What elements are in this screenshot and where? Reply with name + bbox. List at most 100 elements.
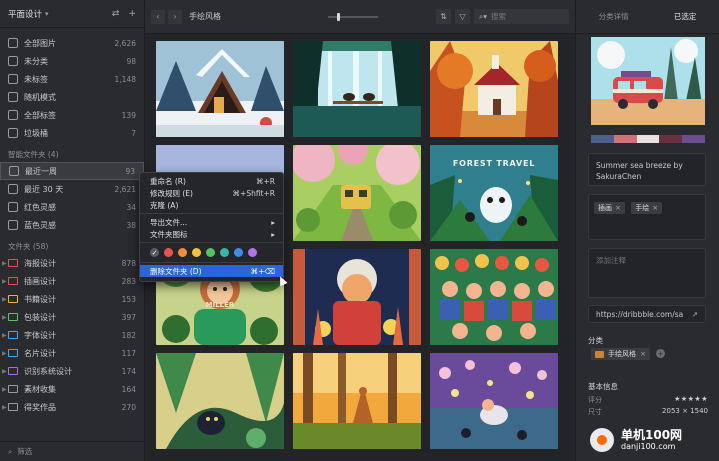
image-thumbnail[interactable] xyxy=(156,353,284,449)
image-thumbnail[interactable] xyxy=(430,41,558,137)
expand-caret-icon[interactable]: ▶ xyxy=(2,296,7,303)
expand-caret-icon[interactable]: ▶ xyxy=(2,386,7,393)
forward-button[interactable]: › xyxy=(168,9,182,24)
menu-delete-folder[interactable]: 删除文件夹 (D) ⌘+⌫ xyxy=(140,265,283,277)
palette-swatch[interactable] xyxy=(613,135,637,143)
sidebar-item-count: 38 xyxy=(126,220,136,230)
sidebar-item-library[interactable]: 随机模式 xyxy=(0,88,144,106)
sort-order-button[interactable]: ⇅ xyxy=(436,9,451,24)
sidebar-item-folder[interactable]: ▶ 海报设计 878 xyxy=(0,254,144,272)
image-thumbnail[interactable] xyxy=(430,249,558,345)
color-swatch-orange[interactable] xyxy=(178,248,187,257)
palette-swatch[interactable] xyxy=(636,135,660,143)
zoom-slider-knob[interactable] xyxy=(337,13,341,21)
smart-folder-icon xyxy=(8,202,18,212)
sidebar-item-folder[interactable]: ▶ 书籍设计 153 xyxy=(0,290,144,308)
menu-rename[interactable]: 重命名 (R) ⌘+R xyxy=(140,175,283,187)
tag-chip[interactable]: 手绘 × xyxy=(631,202,663,214)
remove-tag-icon[interactable]: × xyxy=(615,204,621,212)
sidebar-item-folder[interactable]: ▶ 素材收集 164 xyxy=(0,380,144,398)
smart-folder-icon xyxy=(9,166,19,176)
sidebar-item-folder[interactable]: ▶ 字体设计 182 xyxy=(0,326,144,344)
expand-caret-icon[interactable]: ▶ xyxy=(2,404,7,411)
filter-button[interactable]: ▽ xyxy=(455,9,470,24)
tags-field[interactable]: 插画 × 手绘 × xyxy=(588,194,706,240)
sidebar-item-library[interactable]: 垃圾桶 7 xyxy=(0,124,144,142)
folder-chip[interactable]: 手绘风格 × xyxy=(591,348,650,360)
image-thumbnail[interactable] xyxy=(156,41,284,137)
color-swatch-yellow[interactable] xyxy=(192,248,201,257)
sidebar-item-smart-folder[interactable]: 最近一周 93 xyxy=(0,162,144,180)
sidebar-item-smart-folder[interactable]: 蓝色灵感 38 xyxy=(0,216,144,234)
remove-tag-icon[interactable]: × xyxy=(652,204,658,212)
sidebar-item-label: 字体设计 xyxy=(24,330,56,340)
toolbar: ‹ › 手绘风格 ⇅ ▽ ⌕▾ 搜索 xyxy=(145,0,575,34)
expand-caret-icon[interactable]: ▶ xyxy=(2,350,7,357)
sidebar-item-library[interactable]: 未分类 98 xyxy=(0,52,144,70)
sidebar-item-folder[interactable]: ▶ 名片设计 117 xyxy=(0,344,144,362)
expand-caret-icon[interactable]: ▶ xyxy=(2,314,7,321)
image-thumbnail[interactable] xyxy=(293,145,421,241)
rating-label: 评分 xyxy=(588,396,602,404)
sidebar-item-library[interactable]: 全部标签 139 xyxy=(0,106,144,124)
color-swatch-green[interactable] xyxy=(206,248,215,257)
sidebar-item-label: 识别系统设计 xyxy=(24,366,72,376)
tab-selected[interactable]: 已选定 xyxy=(674,11,697,22)
add-folder-icon[interactable]: + xyxy=(656,349,665,358)
sidebar-item-folder[interactable]: ▶ 插画设计 283 xyxy=(0,272,144,290)
filter-bar[interactable]: ⌕ 筛选 xyxy=(0,441,145,461)
sidebar-item-label: 蓝色灵感 xyxy=(24,220,56,230)
app-window: 平面设计 ▾ ⇄ + 全部图片 2,626 未分类 98 未标签 1,148 随机模式 全部标… xyxy=(0,0,719,461)
expand-caret-icon[interactable]: ▶ xyxy=(2,368,7,375)
expand-caret-icon[interactable]: ▶ xyxy=(2,278,7,285)
sidebar-item-smart-folder[interactable]: 最近 30 天 2,621 xyxy=(0,180,144,198)
image-thumbnail[interactable] xyxy=(293,41,421,137)
tag-chip[interactable]: 插画 × xyxy=(594,202,625,214)
color-none-check-icon[interactable]: ✓ xyxy=(150,248,159,257)
image-preview[interactable] xyxy=(591,37,705,125)
annotation-field[interactable]: Summer sea breeze by SakuraChen xyxy=(588,153,706,186)
menu-export[interactable]: 导出文件... ▸ xyxy=(140,216,283,228)
open-link-icon[interactable]: ↗ xyxy=(692,310,698,319)
sidebar-item-library[interactable]: 全部图片 2,626 xyxy=(0,34,144,52)
image-thumbnail[interactable] xyxy=(293,249,421,345)
library-switcher[interactable]: 平面设计 ▾ ⇄ + xyxy=(0,0,144,28)
sidebar-item-label: 包装设计 xyxy=(24,312,56,322)
color-swatch-purple[interactable] xyxy=(248,248,257,257)
sidebar-item-count: 182 xyxy=(121,330,136,340)
palette-swatch[interactable] xyxy=(659,135,683,143)
note-field[interactable]: 添加注释 xyxy=(588,248,706,298)
color-palette[interactable] xyxy=(591,135,705,143)
rating-stars[interactable]: ★★★★★ xyxy=(674,395,708,405)
sidebar-item-folder[interactable]: ▶ 包装设计 397 xyxy=(0,308,144,326)
color-swatch-red[interactable] xyxy=(164,248,173,257)
add-icon[interactable]: + xyxy=(128,9,136,19)
expand-caret-icon[interactable]: ▶ xyxy=(2,260,7,267)
folders-header[interactable]: 文件夹 (58) xyxy=(0,238,144,254)
remove-folder-icon[interactable]: × xyxy=(640,350,646,358)
palette-swatch[interactable] xyxy=(682,135,705,143)
sidebar-item-folder[interactable]: ▶ 识别系统设计 174 xyxy=(0,362,144,380)
image-thumbnail[interactable] xyxy=(293,353,421,449)
color-swatch-blue[interactable] xyxy=(234,248,243,257)
color-swatch-teal[interactable] xyxy=(220,248,229,257)
sidebar-item-count: 139 xyxy=(121,110,136,120)
sidebar-item-folder[interactable]: ▶ 得奖作品 270 xyxy=(0,398,144,416)
smart-folder-header[interactable]: 智能文件夹 (4) xyxy=(0,146,144,162)
back-button[interactable]: ‹ xyxy=(151,9,165,24)
menu-folder-icon[interactable]: 文件夹图标 ▸ xyxy=(140,228,283,240)
palette-swatch[interactable] xyxy=(591,135,614,143)
tab-folder-details[interactable]: 分类详情 xyxy=(599,11,629,22)
image-thumbnail[interactable]: FOREST TRAVEL xyxy=(430,145,558,241)
url-field[interactable]: https://dribbble.com/sa ↗ xyxy=(588,305,706,323)
expand-caret-icon[interactable]: ▶ xyxy=(2,332,7,339)
image-thumbnail[interactable] xyxy=(430,353,558,449)
sidebar-item-label: 素材收集 xyxy=(24,384,56,394)
sort-icon[interactable]: ⇄ xyxy=(112,9,120,19)
sidebar-item-library[interactable]: 未标签 1,148 xyxy=(0,70,144,88)
menu-edit-rules[interactable]: 修改规则 (E) ⌘+Shfit+R xyxy=(140,187,283,199)
search-input[interactable]: ⌕▾ 搜索 xyxy=(474,9,569,24)
menu-clone[interactable]: 克隆 (A) xyxy=(140,199,283,211)
zoom-slider[interactable] xyxy=(328,13,378,21)
sidebar-item-smart-folder[interactable]: 红色灵感 34 xyxy=(0,198,144,216)
